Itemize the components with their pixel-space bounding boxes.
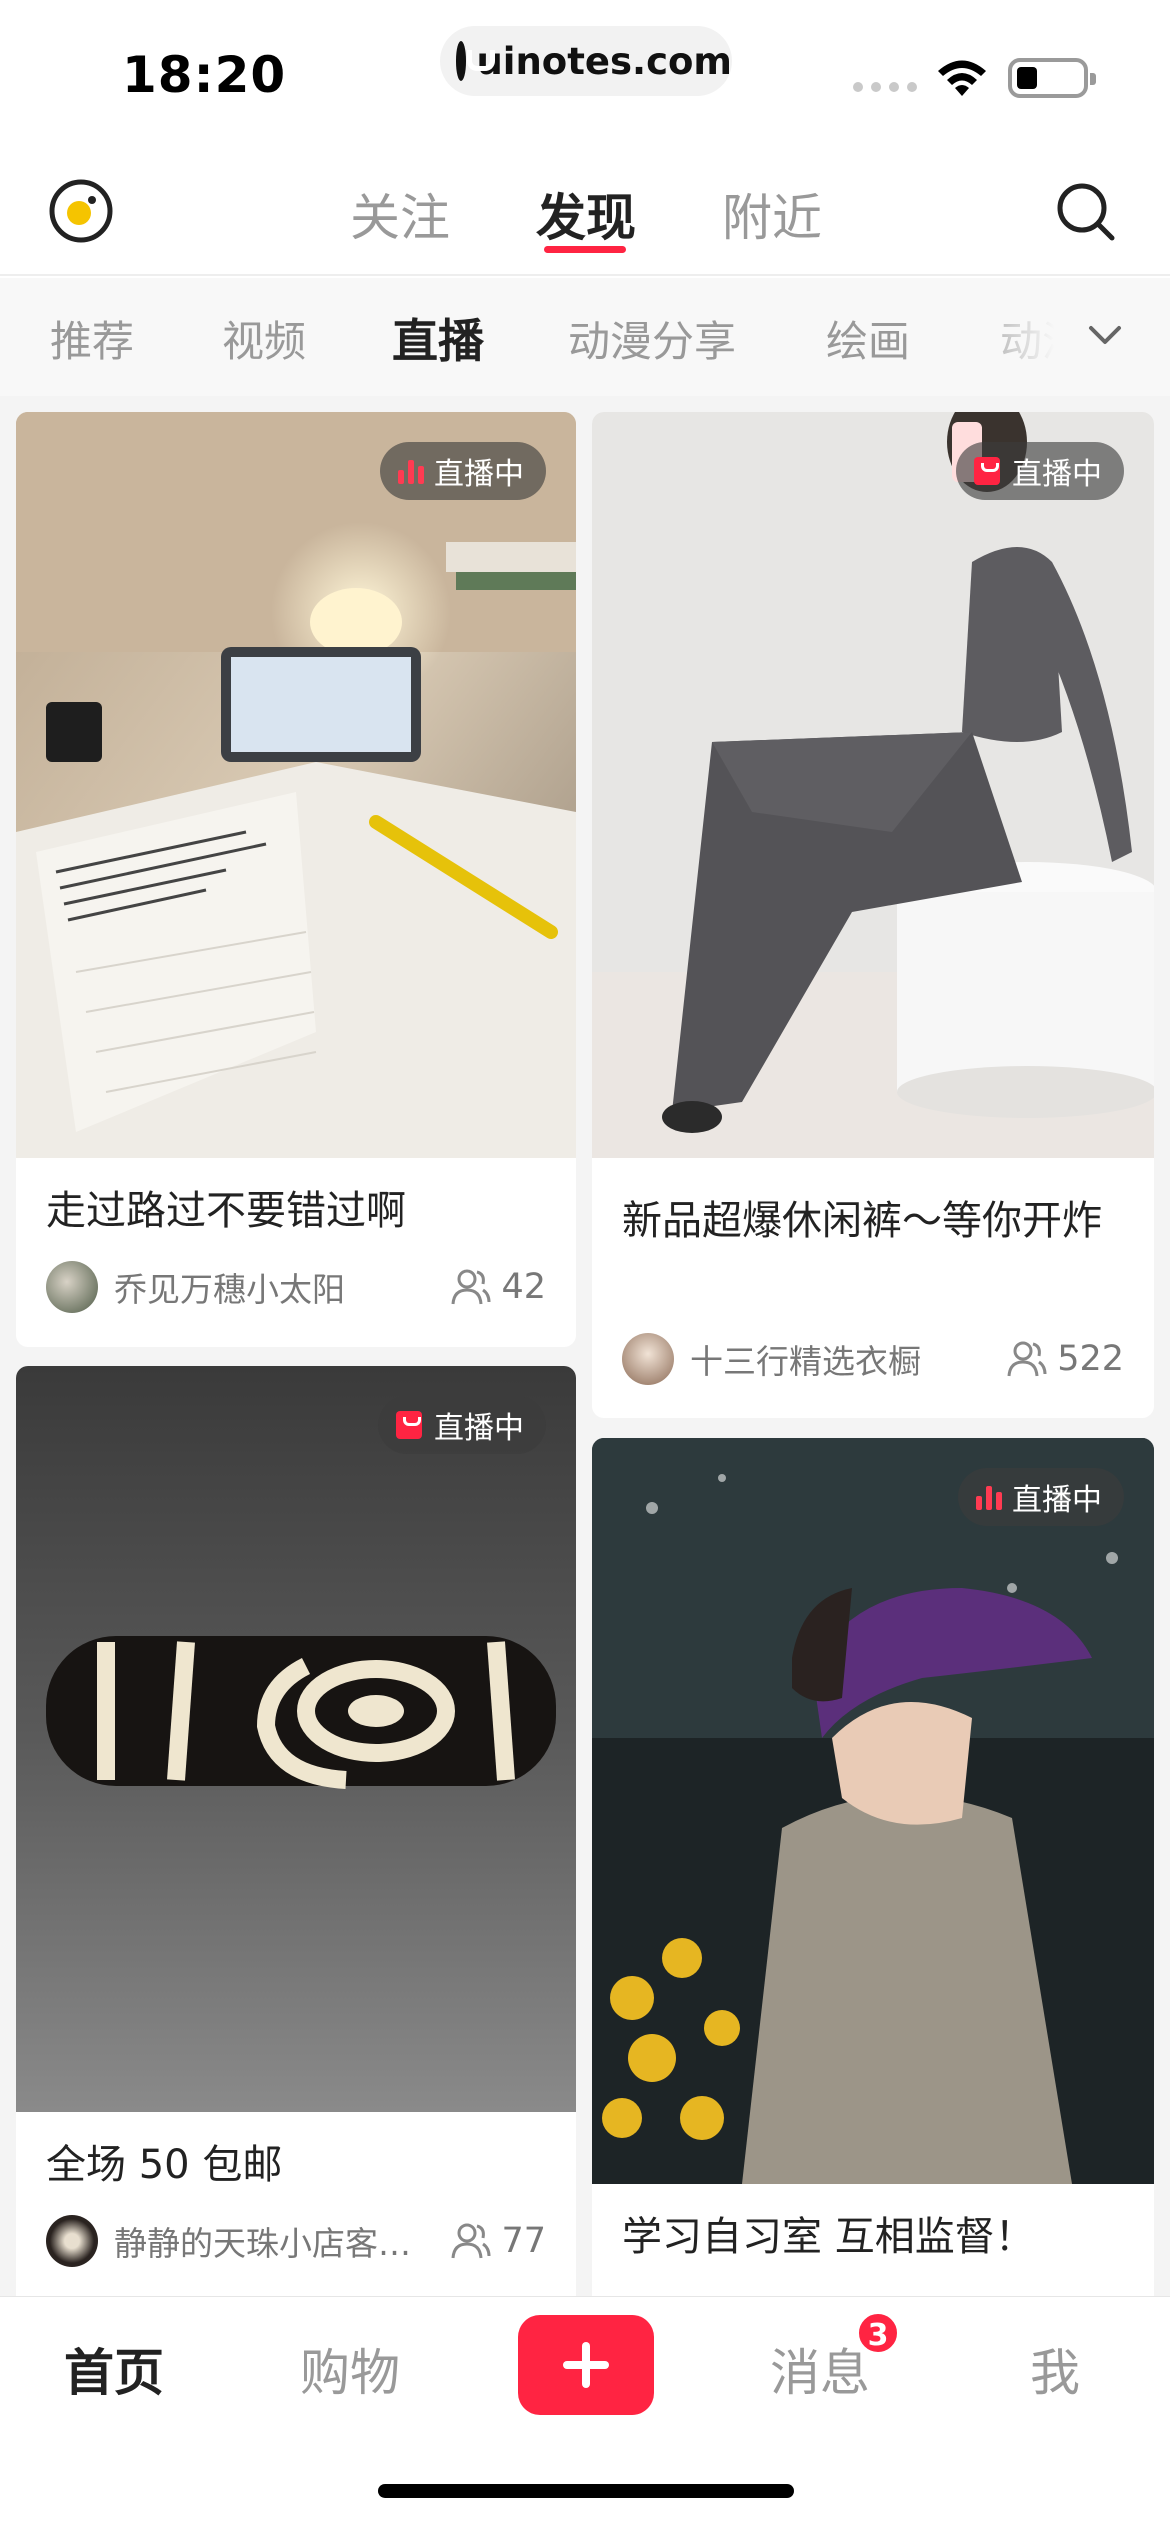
cellular-signal-icon <box>853 82 917 92</box>
messages-badge: 3 <box>856 2311 900 2355</box>
live-cover-image <box>16 1366 576 2112</box>
site-logo-icon <box>456 41 497 81</box>
viewer-count: 522 <box>1007 1339 1124 1379</box>
battery-icon <box>1008 58 1096 98</box>
live-cover-image <box>592 1438 1154 2184</box>
category-recommend[interactable]: 推荐 <box>50 308 134 369</box>
viewers-icon <box>451 1269 491 1305</box>
live-cover-image <box>16 412 576 1158</box>
camera-logo-icon[interactable] <box>48 178 114 244</box>
live-card-title: 全场 50 包邮 <box>46 2142 283 2188</box>
tab-discover[interactable]: 发现 <box>536 178 636 250</box>
viewers-icon <box>451 2223 491 2259</box>
avatar[interactable] <box>46 1261 98 1313</box>
live-cover-image <box>592 412 1154 1158</box>
live-badge-label: 直播中 <box>434 457 524 492</box>
live-badge: 直播中 <box>378 1396 546 1454</box>
tab-nearby[interactable]: 附近 <box>722 178 822 250</box>
live-card-title: 走过路过不要错过啊 <box>46 1188 406 1234</box>
live-card[interactable]: 直播中 走过路过不要错过啊 乔见万穗小太阳 42 <box>16 412 576 1347</box>
viewer-count: 42 <box>451 1267 546 1307</box>
category-fade <box>960 278 1170 396</box>
live-card-title: 新品超爆休闲裤～等你开炸 <box>622 1198 1102 1244</box>
category-video[interactable]: 视频 <box>222 308 306 369</box>
author-name[interactable]: 十三行精选衣橱 <box>690 1335 993 1383</box>
author-name[interactable]: 乔见万穗小太阳 <box>114 1263 437 1311</box>
live-feed: 直播中 走过路过不要错过啊 乔见万穗小太阳 42 直播中 新品超爆休闲裤～等你开… <box>0 396 1170 2296</box>
viewer-count-value: 522 <box>1057 1339 1124 1379</box>
url-text: uinotes.com <box>476 39 732 83</box>
category-live[interactable]: 直播 <box>392 305 484 371</box>
live-bars-icon <box>398 458 424 484</box>
category-bar: 推荐 视频 直播 动漫分享 绘画 动漫 <box>0 278 1170 396</box>
live-card-meta: 乔见万穗小太阳 42 <box>46 1260 546 1314</box>
live-bars-icon <box>976 1484 1002 1510</box>
viewer-count-value: 42 <box>501 1267 546 1307</box>
viewer-count: 77 <box>451 2221 546 2261</box>
avatar[interactable] <box>46 2215 98 2267</box>
live-badge: 直播中 <box>380 442 546 500</box>
status-bar: 18:20 uinotes.com <box>0 0 1170 140</box>
live-badge-label: 直播中 <box>434 1411 524 1446</box>
tab-shopping[interactable]: 购物 <box>300 2333 400 2405</box>
live-badge-label: 直播中 <box>1012 457 1102 492</box>
shopping-bag-icon <box>974 457 1000 485</box>
wifi-icon <box>938 60 986 96</box>
live-card-meta: 静静的天珠小店客… 77 <box>46 2214 546 2268</box>
active-tab-indicator <box>544 246 626 253</box>
live-badge-label: 直播中 <box>1012 1483 1102 1518</box>
tab-me[interactable]: 我 <box>1030 2333 1080 2405</box>
live-card-title: 学习自习室 互相监督！ <box>622 2214 1035 2260</box>
live-card[interactable]: 直播中 学习自习室 互相监督！ <box>592 1438 1154 2296</box>
live-badge: 直播中 <box>956 442 1124 500</box>
tab-home[interactable]: 首页 <box>64 2333 164 2405</box>
avatar[interactable] <box>622 1333 674 1385</box>
live-badge: 直播中 <box>958 1468 1124 1526</box>
tab-follow[interactable]: 关注 <box>350 178 450 250</box>
tab-messages[interactable]: 消息 <box>770 2333 870 2405</box>
category-anime-share[interactable]: 动漫分享 <box>568 308 736 369</box>
viewers-icon <box>1007 1341 1047 1377</box>
live-card[interactable]: 直播中 新品超爆休闲裤～等你开炸 十三行精选衣橱 522 <box>592 412 1154 1418</box>
chevron-down-icon[interactable] <box>1085 318 1125 352</box>
status-time: 18:20 <box>122 46 287 104</box>
top-navigation: 关注 发现 附近 <box>0 140 1170 276</box>
viewer-count-value: 77 <box>501 2221 546 2261</box>
home-indicator[interactable] <box>378 2484 794 2498</box>
category-painting[interactable]: 绘画 <box>826 308 910 369</box>
author-name[interactable]: 静静的天珠小店客… <box>114 2217 437 2265</box>
url-pill[interactable]: uinotes.com <box>440 26 732 96</box>
publish-plus-button[interactable] <box>518 2315 654 2415</box>
shopping-bag-icon <box>396 1411 422 1439</box>
live-card[interactable]: 直播中 全场 50 包邮 静静的天珠小店客… 77 <box>16 1366 576 2296</box>
search-icon[interactable] <box>1054 180 1118 244</box>
live-card-meta: 十三行精选衣橱 522 <box>622 1332 1124 1386</box>
